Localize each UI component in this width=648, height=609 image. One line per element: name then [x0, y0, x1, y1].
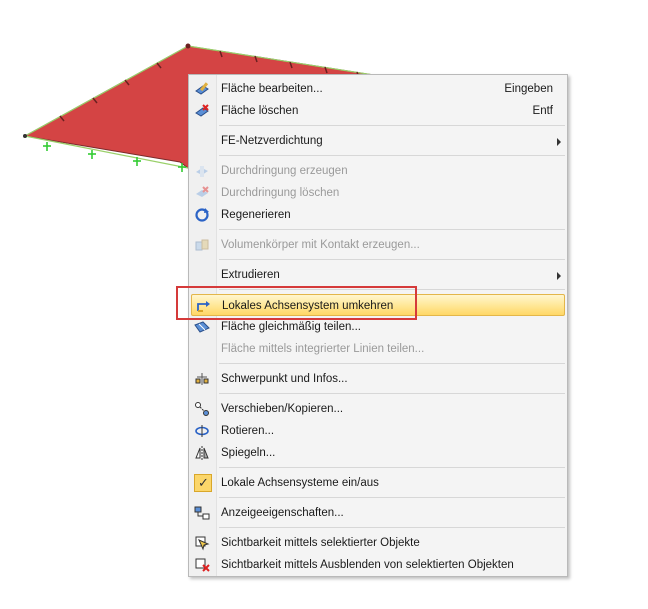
submenu-arrow-icon	[557, 272, 561, 280]
menu-item-schwerpunkt-und-infos[interactable]: Schwerpunkt und Infos...	[191, 368, 565, 390]
menu-item-label: Durchdringung erzeugen	[221, 165, 348, 177]
menu-item-label: Extrudieren	[221, 269, 280, 281]
menu-item-fläche-bearbeiten[interactable]: Fläche bearbeiten... Eingeben	[191, 78, 565, 100]
move-copy-icon	[194, 401, 210, 417]
menu-separator	[219, 497, 565, 498]
menu-item-shortcut: Eingeben	[504, 83, 553, 95]
mirror-icon	[194, 445, 210, 461]
menu-separator	[219, 125, 565, 126]
menu-item-label: Durchdringung löschen	[221, 187, 340, 199]
visibility-hide-icon	[194, 557, 210, 573]
menu-item-label: Spiegeln...	[221, 447, 276, 459]
menu-separator	[219, 467, 565, 468]
menu-separator	[219, 155, 565, 156]
menu-separator	[219, 363, 565, 364]
menu-item-volumenkörper-mit-kontakt-erzeugen: Volumenkörper mit Kontakt erzeugen...	[191, 234, 565, 256]
menu-item-sichtbarkeit-mittels-selektierter-objekte[interactable]: Sichtbarkeit mittels selektierter Objekt…	[191, 532, 565, 554]
visibility-selected-icon	[194, 535, 210, 551]
menu-item-extrudieren[interactable]: Extrudieren	[191, 264, 565, 286]
menu-item-label: Verschieben/Kopieren...	[221, 403, 344, 415]
regenerate-icon	[194, 207, 210, 223]
menu-item-shortcut: Entf	[532, 105, 553, 117]
menu-separator	[219, 527, 565, 528]
checkmark-icon: ✓	[194, 474, 212, 492]
menu-item-fläche-mittels-integrierter-linien-teilen: Fläche mittels integrierter Linien teile…	[191, 338, 565, 360]
menu-item-regenerieren[interactable]: Regenerieren	[191, 204, 565, 226]
contact-solid-icon	[194, 237, 210, 253]
menu-item-label: Schwerpunkt und Infos...	[221, 373, 348, 385]
menu-item-fe-netzverdichtung[interactable]: FE-Netzverdichtung	[191, 130, 565, 152]
menu-item-label: Rotieren...	[221, 425, 275, 437]
divide-surface-icon	[194, 319, 210, 335]
menu-item-verschieben-kopieren[interactable]: Verschieben/Kopieren...	[191, 398, 565, 420]
display-properties-icon	[194, 505, 210, 521]
menu-item-label: Lokale Achsensysteme ein/aus	[221, 477, 379, 489]
menu-icon-placeholder	[194, 133, 210, 149]
menu-item-lokale-achsensysteme-ein-aus[interactable]: ✓ Lokale Achsensysteme ein/aus	[191, 472, 565, 494]
menu-item-label: Sichtbarkeit mittels selektierter Objekt…	[221, 537, 420, 549]
menu-item-anzeigeeigenschaften[interactable]: Anzeigeeigenschaften...	[191, 502, 565, 524]
edit-surface-icon	[194, 81, 210, 97]
menu-icon-placeholder	[194, 267, 210, 283]
menu-separator	[219, 259, 565, 260]
menu-item-label: Regenerieren	[221, 209, 291, 221]
menu-item-label: Volumenkörper mit Kontakt erzeugen...	[221, 239, 420, 251]
menu-item-rotieren[interactable]: Rotieren...	[191, 420, 565, 442]
delete-surface-icon	[194, 103, 210, 119]
context-menu: Fläche bearbeiten... Eingeben Fläche lösch…	[188, 74, 568, 577]
menu-icon-placeholder	[194, 341, 210, 357]
annotation-highlight-box	[176, 286, 417, 320]
menu-item-label: Fläche bearbeiten...	[221, 83, 323, 95]
menu-item-label: Fläche gleichmäßig teilen...	[221, 321, 361, 333]
centroid-icon	[194, 371, 210, 387]
menu-item-sichtbarkeit-mittels-ausblenden-von-selektierten-objekten[interactable]: Sichtbarkeit mittels Ausblenden von sele…	[191, 554, 565, 576]
submenu-arrow-icon	[557, 138, 561, 146]
delete-intersection-icon	[194, 185, 210, 201]
menu-item-spiegeln[interactable]: Spiegeln...	[191, 442, 565, 464]
menu-separator	[219, 229, 565, 230]
menu-item-fläche-löschen[interactable]: Fläche löschen Entf	[191, 100, 565, 122]
menu-separator	[219, 393, 565, 394]
menu-item-label: Fläche mittels integrierter Linien teile…	[221, 343, 425, 355]
menu-item-label: FE-Netzverdichtung	[221, 135, 323, 147]
menu-item-label: Anzeigeeigenschaften...	[221, 507, 344, 519]
menu-item-durchdringung-erzeugen: Durchdringung erzeugen	[191, 160, 565, 182]
menu-item-durchdringung-löschen: Durchdringung löschen	[191, 182, 565, 204]
rotate-icon	[194, 423, 210, 439]
create-intersection-icon	[194, 163, 210, 179]
menu-item-label: Fläche löschen	[221, 105, 299, 117]
menu-item-label: Sichtbarkeit mittels Ausblenden von sele…	[221, 559, 514, 571]
